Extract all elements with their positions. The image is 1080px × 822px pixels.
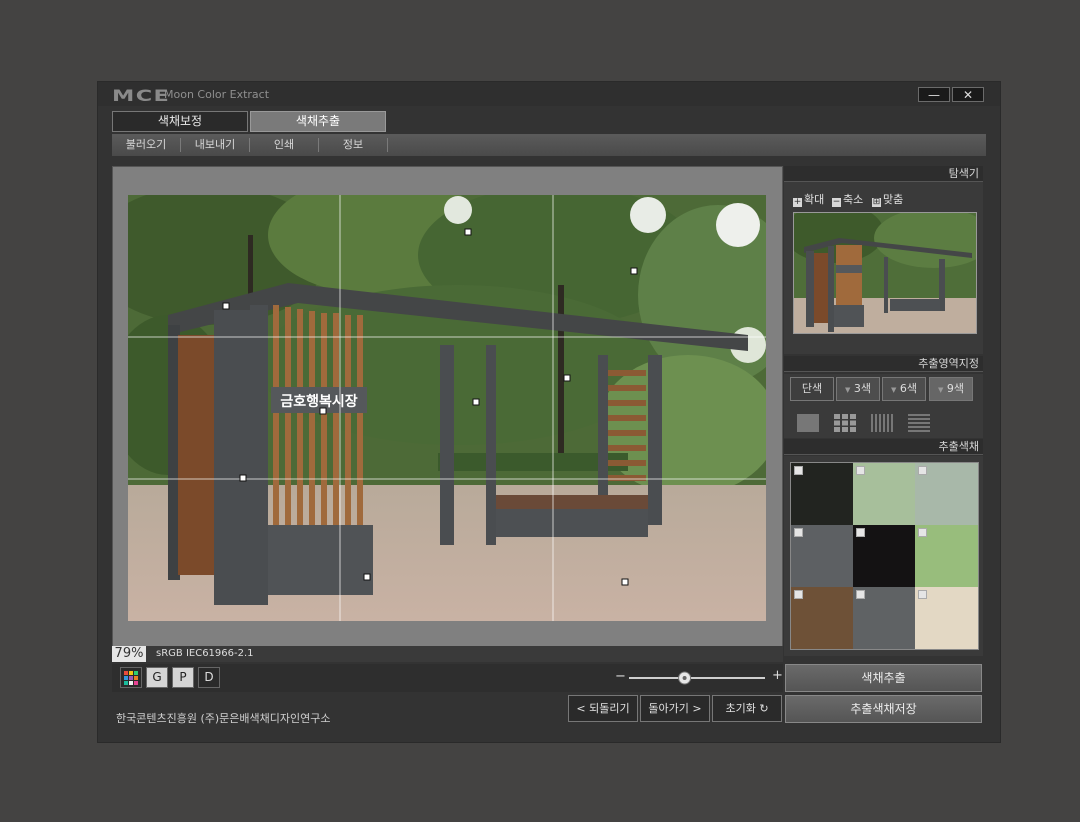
app-logo: MCE (112, 86, 171, 105)
minimize-button[interactable]: — (918, 87, 950, 102)
status-bar: 79% sRGB IEC61966-2.1 (112, 646, 783, 662)
p-tool-button[interactable]: P (172, 667, 194, 688)
option-6-colors[interactable]: ▼ 6색 (882, 377, 926, 401)
extracted-colors-panel (784, 456, 983, 656)
color-profile: sRGB IEC61966-2.1 (156, 648, 254, 659)
navigator-zoom-out[interactable]: − 축소 (832, 191, 863, 207)
shelter-sign-text: 금호행복시장 (280, 393, 357, 410)
extract-area-panel: 단색 ▼ 3색 ▼ 6색 ▼ 9색 (784, 374, 983, 438)
reset-button[interactable]: 초기화 ↻ (712, 695, 782, 722)
zoom-slider-handle-dot (682, 676, 687, 680)
swatch-checkbox[interactable] (918, 528, 927, 537)
bus-shelter-photo[interactable]: 금호행복시장 (128, 195, 766, 621)
redo-button[interactable]: 돌아가기 > (640, 695, 710, 722)
menu-bar: 불러오기 내보내기 인쇄 정보 (112, 134, 986, 156)
extract-area-title: 추출영역지정 (784, 356, 983, 372)
undo-button[interactable]: < 되돌리기 (568, 695, 638, 722)
refresh-icon: ↻ (759, 702, 769, 715)
color-swatch[interactable] (915, 463, 978, 525)
swatch-checkbox[interactable] (794, 466, 803, 475)
swatch-checkbox[interactable] (918, 466, 927, 475)
navigator-thumbnail[interactable] (793, 212, 977, 334)
option-single-color[interactable]: 단색 (790, 377, 834, 401)
swatch-checkbox[interactable] (794, 590, 803, 599)
option-9-colors[interactable]: ▼ 9색 (929, 377, 973, 401)
zoom-in-label: 확대 (804, 193, 825, 206)
option-6-label: 6색 (899, 382, 917, 395)
menu-open[interactable]: 불러오기 (112, 134, 180, 156)
navigator-fit[interactable]: ⊞ 맞춤 (872, 191, 903, 207)
menu-divider (387, 138, 388, 152)
palette-icon (124, 671, 138, 685)
zoom-out-icon[interactable]: − (615, 669, 626, 684)
zoom-out-square-icon: − (832, 197, 841, 207)
extracted-colors-title: 추출색채 (784, 439, 983, 455)
color-swatch[interactable] (853, 587, 916, 649)
option-3-label: 3색 (853, 382, 871, 395)
vertical-stripes-icon[interactable] (871, 414, 893, 432)
swatch-checkbox[interactable] (794, 528, 803, 537)
navigator-panel: + 확대 − 축소 ⊞ 맞춤 (784, 182, 983, 354)
app-window: MCE Moon Color Extract — ✕ 색채보정 색채추출 불러오… (98, 82, 1000, 742)
nine-grid-icon[interactable] (834, 414, 856, 432)
zoom-in-icon[interactable]: + (772, 668, 783, 683)
swatch-checkbox[interactable] (918, 590, 927, 599)
color-swatch[interactable] (853, 463, 916, 525)
zoom-level: 79% (112, 646, 146, 662)
single-grid-icon[interactable] (797, 414, 819, 432)
zoom-slider[interactable] (629, 671, 765, 685)
menu-info[interactable]: 정보 (319, 134, 387, 156)
swatch-checkbox[interactable] (856, 528, 865, 537)
save-extracted-colors-button[interactable]: 추출색채저장 (785, 695, 982, 723)
menu-export[interactable]: 내보내기 (181, 134, 249, 156)
fit-label: 맞춤 (883, 193, 904, 206)
swatch-checkbox[interactable] (856, 466, 865, 475)
color-swatch[interactable] (791, 463, 854, 525)
zoom-in-square-icon: + (793, 197, 802, 207)
footer-credit: 한국콘텐츠진흥원 (주)문은배색채디자인연구소 (116, 712, 331, 725)
app-title: Moon Color Extract (164, 88, 270, 101)
close-button[interactable]: ✕ (952, 87, 984, 102)
swatch-checkbox[interactable] (856, 590, 865, 599)
dropdown-triangle-icon: ▼ (890, 386, 897, 394)
color-swatch[interactable] (915, 525, 978, 587)
horizontal-stripes-icon[interactable] (908, 414, 930, 432)
tab-color-correction[interactable]: 색채보정 (112, 111, 248, 132)
navigator-zoom-in[interactable]: + 확대 (793, 191, 824, 207)
palette-tool-button[interactable] (120, 667, 142, 688)
title-bar: MCE Moon Color Extract — ✕ (98, 82, 1000, 106)
dropdown-triangle-icon: ▼ (937, 386, 944, 394)
dropdown-triangle-icon: ▼ (844, 386, 851, 394)
option-3-colors[interactable]: ▼ 3색 (836, 377, 880, 401)
image-canvas[interactable]: 금호행복시장 (112, 166, 783, 662)
navigator-title: 탐색기 (784, 166, 983, 182)
option-9-label: 9색 (946, 382, 964, 395)
menu-print[interactable]: 인쇄 (250, 134, 318, 156)
zoom-out-label: 축소 (843, 193, 864, 206)
tab-color-extraction[interactable]: 색채추출 (250, 111, 386, 132)
color-swatch[interactable] (791, 587, 854, 649)
extract-colors-button[interactable]: 색채추출 (785, 664, 982, 692)
tool-row: G P D − + (112, 664, 783, 692)
g-tool-button[interactable]: G (146, 667, 168, 688)
fit-icon: ⊞ (872, 197, 881, 207)
color-swatch[interactable] (853, 525, 916, 587)
color-swatch[interactable] (791, 525, 854, 587)
reset-label: 초기화 (725, 702, 756, 715)
color-swatch[interactable] (915, 587, 978, 649)
d-tool-button[interactable]: D (198, 667, 220, 688)
color-swatch-grid (790, 462, 979, 650)
